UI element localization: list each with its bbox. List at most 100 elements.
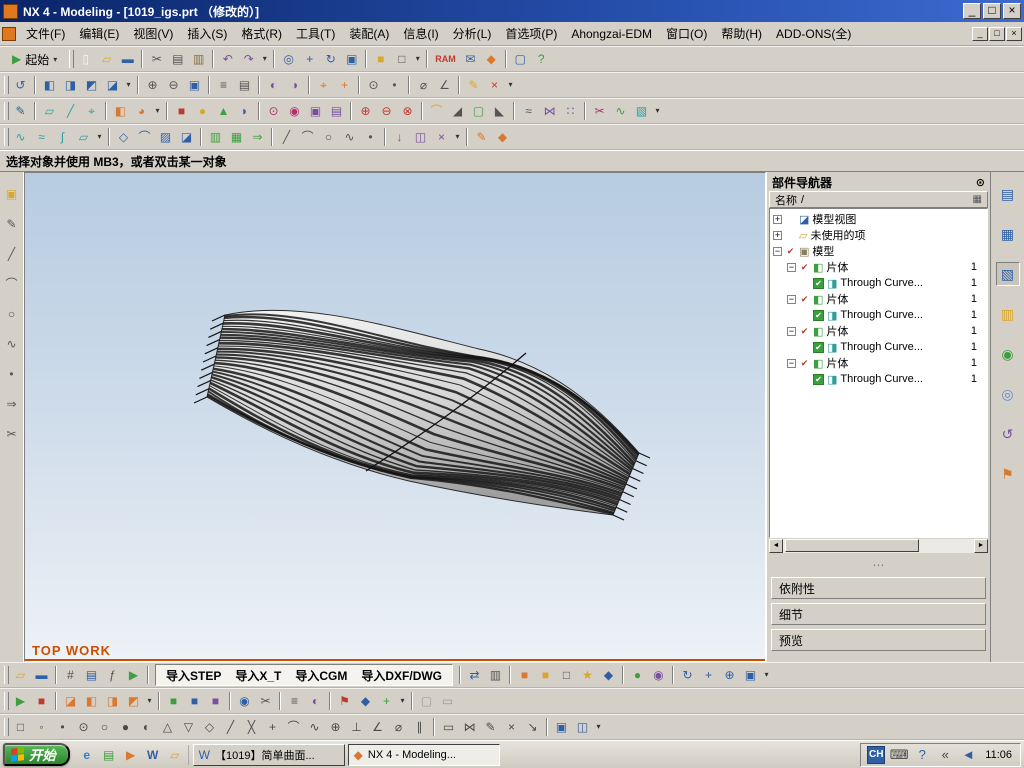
tool-diamond-button[interactable]: ◆ (355, 691, 376, 712)
grid-button[interactable]: # (60, 665, 81, 686)
revolve-button[interactable]: ◕ (131, 101, 152, 122)
separator[interactable] (52, 691, 60, 712)
import-button[interactable]: 导入CGM (289, 664, 353, 687)
tree-row[interactable]: ◨ Through Curve... 1 (770, 307, 987, 323)
display-dropdown[interactable]: ▾ (412, 49, 423, 70)
snap-center-button[interactable]: ⊙ (73, 717, 94, 738)
toolbar-grip[interactable] (2, 127, 10, 148)
open-button[interactable]: ▱ (96, 49, 117, 70)
block-button[interactable]: ■ (171, 101, 192, 122)
studio-render-button[interactable]: ★ (577, 665, 598, 686)
patch-button[interactable]: ▧ (631, 101, 652, 122)
navigator-column-header[interactable]: 名称 / ▦ (769, 191, 988, 208)
section-header[interactable]: 预览 (771, 629, 986, 651)
side-view-button[interactable]: ◩ (81, 75, 102, 96)
snap-bowtie-button[interactable]: ⋈ (459, 717, 480, 738)
input-method-indicator[interactable]: CH (867, 745, 886, 764)
more-features-dropdown[interactable]: ▾ (652, 101, 663, 122)
navigator-hscrollbar[interactable]: ◄ ► (769, 539, 988, 553)
check-box[interactable] (799, 358, 810, 369)
scroll-left-button[interactable]: ◄ (769, 539, 783, 553)
angle-button[interactable]: ∠ (434, 75, 455, 96)
separator[interactable] (408, 691, 416, 712)
assembly-navigator-tab[interactable]: ▤ (996, 182, 1020, 206)
macro-play-button[interactable]: ▶ (123, 665, 144, 686)
snap-dropdown[interactable]: ▾ (593, 717, 604, 738)
offset-tool-button[interactable]: ⇒ (2, 394, 22, 414)
unite-button[interactable]: ⊕ (355, 101, 376, 122)
sync-button[interactable]: ⇄ (464, 665, 485, 686)
separator[interactable] (619, 665, 627, 686)
menu-item[interactable]: 首选项(P) (498, 22, 564, 45)
chamfer-button[interactable]: ◢ (447, 101, 468, 122)
snap-half-button[interactable]: ◐ (136, 717, 157, 738)
close-button[interactable]: × (1003, 3, 1021, 19)
folder-quick-launch[interactable]: ▱ (165, 745, 185, 765)
trim-tool-button[interactable]: ✂ (2, 424, 22, 444)
tree-row[interactable]: ◧ 片体 1 (770, 259, 987, 275)
separator[interactable] (163, 101, 171, 122)
tree-row[interactable]: ◪ 模型视图 (770, 211, 987, 227)
graphics-viewport[interactable]: TOP WORK (24, 172, 766, 662)
flag-button[interactable]: ⚑ (334, 691, 355, 712)
cone-button[interactable]: ▲ (213, 101, 234, 122)
toolbar-grip[interactable] (67, 49, 75, 70)
grid-snap-button[interactable]: ▣ (551, 717, 572, 738)
true-shading-button[interactable]: ● (627, 665, 648, 686)
zoom-mode-button[interactable]: ⊕ (719, 665, 740, 686)
separator[interactable] (205, 75, 213, 96)
views-dropdown[interactable]: ▾ (144, 691, 155, 712)
check-box[interactable] (799, 326, 810, 337)
start-menu-button[interactable]: 开始 (3, 743, 70, 766)
layer-purple-button[interactable]: ■ (205, 691, 226, 712)
snap-x-button[interactable]: × (501, 717, 522, 738)
disabled-tool-button[interactable]: ▢ (416, 691, 437, 712)
expand-toggle[interactable] (787, 358, 796, 368)
delete-button[interactable]: × (484, 75, 505, 96)
edit-curve-button[interactable]: ✎ (471, 127, 492, 148)
expand-toggle[interactable] (773, 246, 782, 256)
separator[interactable] (355, 75, 363, 96)
xform-button[interactable]: ◆ (492, 127, 513, 148)
pan-button[interactable]: + (299, 49, 320, 70)
boss-button[interactable]: ◉ (284, 101, 305, 122)
separator[interactable] (209, 49, 217, 70)
point-tool-button[interactable]: • (360, 127, 381, 148)
separator[interactable] (52, 665, 60, 686)
shaded-button[interactable]: ■ (370, 49, 391, 70)
child-close-button[interactable]: × (1006, 26, 1022, 41)
import-button[interactable]: 导入STEP (160, 664, 227, 687)
menu-item[interactable]: 格式(R) (234, 22, 289, 45)
draft-button[interactable]: ◣ (489, 101, 510, 122)
check-box[interactable] (813, 277, 824, 289)
pad-button[interactable]: ▤ (326, 101, 347, 122)
view-dropdown[interactable]: ▾ (123, 75, 134, 96)
art-appearance-button[interactable]: ◉ (648, 665, 669, 686)
send-mail-button[interactable]: ✉ (460, 49, 481, 70)
line-button[interactable]: ╱ (276, 127, 297, 148)
collapse-tray-button[interactable]: « (936, 746, 954, 764)
point-tool-button[interactable]: • (2, 364, 22, 384)
hole-button[interactable]: ⊙ (263, 101, 284, 122)
separator[interactable] (268, 127, 276, 148)
redo-button[interactable]: ↷ (238, 49, 259, 70)
clip-section-button[interactable]: ✂ (255, 691, 276, 712)
tree-row[interactable]: ◨ Through Curve... 1 (770, 339, 987, 355)
hide-button[interactable]: ◑ (284, 75, 305, 96)
snap-arc-button[interactable]: ⌒ (283, 717, 304, 738)
project-curve-button[interactable]: ↓ (389, 127, 410, 148)
menu-item[interactable]: Ahongzai-EDM (564, 24, 659, 44)
refresh-button[interactable]: ↺ (10, 75, 31, 96)
extrude-button[interactable]: ◧ (110, 101, 131, 122)
separator[interactable] (581, 101, 589, 122)
tree-row[interactable]: ▱ 未使用的项 (770, 227, 987, 243)
ie-quick-launch[interactable]: e (77, 745, 97, 765)
intersect-button[interactable]: ⊗ (397, 101, 418, 122)
wireframe-button[interactable]: □ (391, 49, 412, 70)
part-navigator-tab[interactable]: ▧ (995, 262, 1020, 286)
separator[interactable] (326, 691, 334, 712)
separator[interactable] (502, 49, 510, 70)
save-part-button[interactable]: ▬ (31, 665, 52, 686)
separator[interactable] (405, 75, 413, 96)
four-point-surface-button[interactable]: ◇ (113, 127, 134, 148)
